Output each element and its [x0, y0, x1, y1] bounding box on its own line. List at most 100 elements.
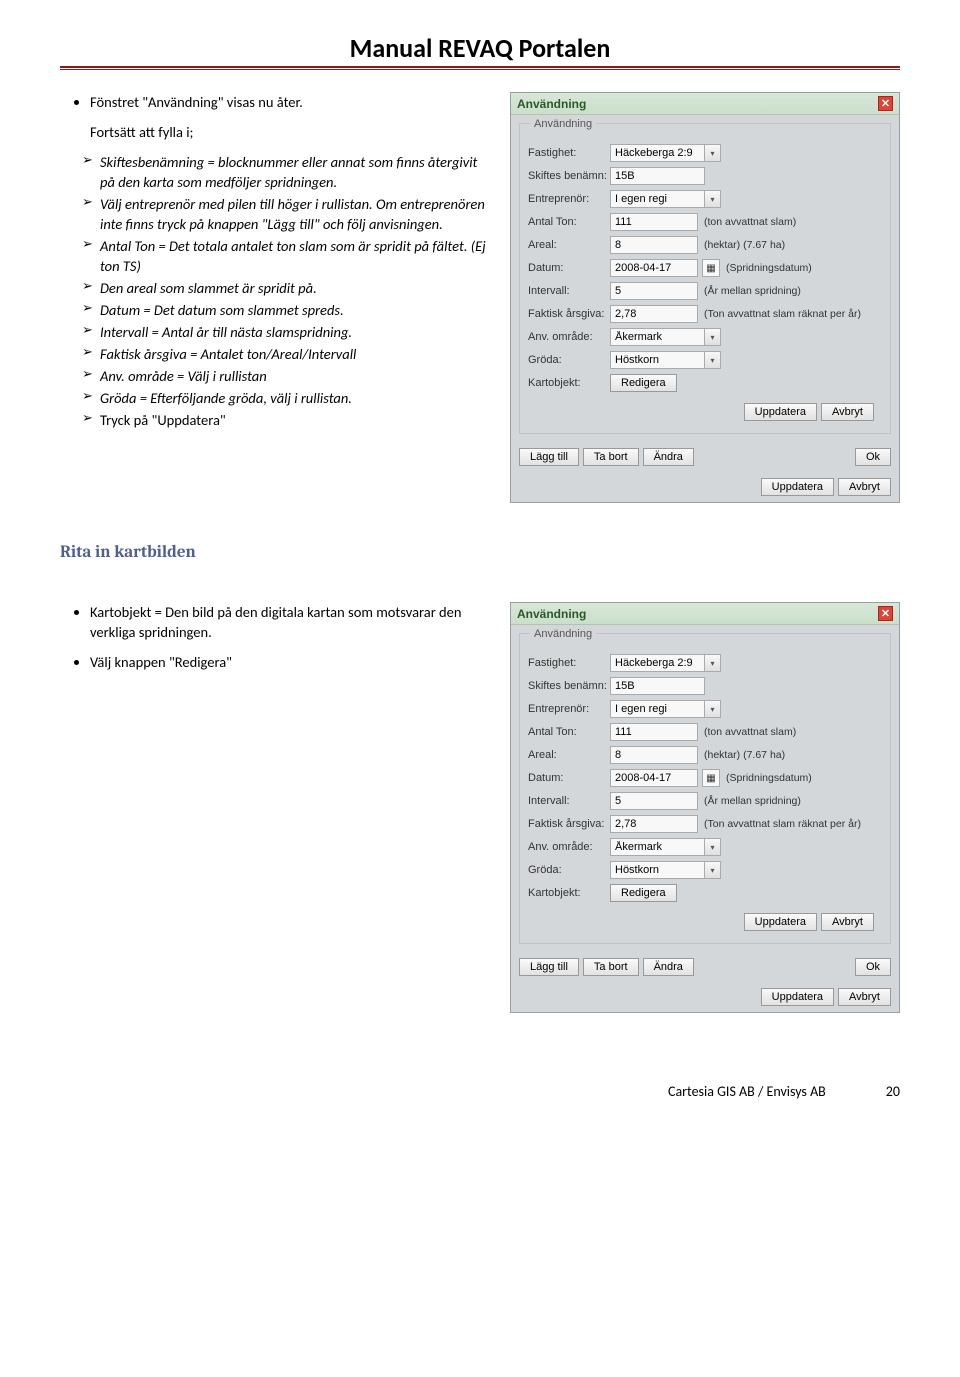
title-divider [60, 66, 900, 70]
arrow-item-8: Gröda = Efterföljande gröda, välj i rull… [82, 388, 492, 408]
calendar-icon[interactable]: ▦ [702, 769, 720, 787]
label-areal: Areal: [528, 239, 610, 251]
ok-button[interactable]: Ok [855, 448, 891, 466]
page-title: Manual REVAQ Portalen [60, 32, 900, 64]
areal-field[interactable] [610, 746, 698, 764]
suffix-faktisk: (Ton avvattnat slam räknat per år) [704, 818, 861, 830]
ok-button[interactable]: Ok [855, 958, 891, 976]
label-fastighet: Fastighet: [528, 657, 610, 669]
label-intervall: Intervall: [528, 285, 610, 297]
arrow-item-5: Intervall = Antal år till nästa slamspri… [82, 322, 492, 342]
anv-field[interactable] [610, 838, 705, 856]
intervall-field[interactable] [610, 792, 698, 810]
continue-text: Fortsätt att fylla i; [90, 122, 492, 142]
arrow-item-4: Datum = Det datum som slammet spreds. [82, 300, 492, 320]
chevron-down-icon[interactable]: ▾ [705, 700, 721, 718]
form-fieldset: Användning Fastighet: ▾ Skiftes benämn: … [519, 123, 891, 434]
chevron-down-icon[interactable]: ▾ [705, 861, 721, 879]
footer-page: 20 [886, 1083, 900, 1100]
tabort-button[interactable]: Ta bort [583, 448, 639, 466]
entreprenor-field[interactable] [610, 700, 705, 718]
groda-field[interactable] [610, 351, 705, 369]
arrow-item-7: Anv. område = Välj i rullistan [82, 366, 492, 386]
label-antalton: Antal Ton: [528, 726, 610, 738]
chevron-down-icon[interactable]: ▾ [705, 190, 721, 208]
arrow-item-0: Skiftesbenämning = blocknummer eller ann… [82, 152, 492, 192]
suffix-datum: (Spridningsdatum) [726, 772, 812, 784]
arrow-item-9: Tryck på "Uppdatera" [82, 410, 492, 430]
arrow-item-1: Välj entreprenör med pilen till höger i … [82, 194, 492, 234]
arrow-item-3: Den areal som slammet är spridit på. [82, 278, 492, 298]
entreprenor-field[interactable] [610, 190, 705, 208]
laggtill-button[interactable]: Lägg till [519, 448, 579, 466]
chevron-down-icon[interactable]: ▾ [705, 144, 721, 162]
suffix-intervall: (År mellan spridning) [704, 795, 801, 807]
uppdatera-button-outer[interactable]: Uppdatera [761, 478, 834, 496]
tabort-button[interactable]: Ta bort [583, 958, 639, 976]
label-datum: Datum: [528, 772, 610, 784]
chevron-down-icon[interactable]: ▾ [705, 351, 721, 369]
suffix-intervall: (År mellan spridning) [704, 285, 801, 297]
label-areal: Areal: [528, 749, 610, 761]
antalton-field[interactable] [610, 723, 698, 741]
antalton-field[interactable] [610, 213, 698, 231]
avbryt-button[interactable]: Avbryt [821, 913, 874, 931]
groda-field[interactable] [610, 861, 705, 879]
intro-bullet: Fönstret "Användning" visas nu åter. [90, 92, 492, 112]
calendar-icon[interactable]: ▦ [702, 259, 720, 277]
label-datum: Datum: [528, 262, 610, 274]
label-intervall: Intervall: [528, 795, 610, 807]
anv-field[interactable] [610, 328, 705, 346]
fastighet-field[interactable] [610, 144, 705, 162]
form-fieldset: Användning Fastighet: ▾ Skiftes benämn: … [519, 633, 891, 944]
avbryt-button[interactable]: Avbryt [821, 403, 874, 421]
chevron-down-icon[interactable]: ▾ [705, 838, 721, 856]
label-faktisk: Faktisk årsgiva: [528, 818, 610, 830]
andra-button[interactable]: Ändra [643, 958, 694, 976]
label-groda: Gröda: [528, 864, 610, 876]
dialog-title: Användning [517, 97, 586, 111]
faktisk-field[interactable] [610, 815, 698, 833]
label-faktisk: Faktisk årsgiva: [528, 308, 610, 320]
section-1-text: Fönstret "Användning" visas nu åter. For… [60, 92, 492, 503]
redigera-button[interactable]: Redigera [610, 374, 677, 392]
skiftes-field[interactable] [610, 167, 705, 185]
skiftes-field[interactable] [610, 677, 705, 695]
section-2-text: Kartobjekt = Den bild på den digitala ka… [60, 602, 492, 1013]
s2-bullet-1: Kartobjekt = Den bild på den digitala ka… [90, 602, 492, 642]
label-kartobjekt: Kartobjekt: [528, 377, 610, 389]
chevron-down-icon[interactable]: ▾ [705, 328, 721, 346]
fastighet-field[interactable] [610, 654, 705, 672]
label-entreprenor: Entreprenör: [528, 703, 610, 715]
close-icon[interactable]: ✕ [878, 96, 893, 111]
fieldset-legend: Användning [530, 628, 596, 640]
suffix-antalton: (ton avvattnat slam) [704, 216, 796, 228]
dialog-titlebar: Användning ✕ [511, 603, 899, 625]
avbryt-button-outer[interactable]: Avbryt [838, 988, 891, 1006]
avbryt-button-outer[interactable]: Avbryt [838, 478, 891, 496]
close-icon[interactable]: ✕ [878, 606, 893, 621]
s2-bullet-2: Välj knappen "Redigera" [90, 652, 492, 672]
section-2-heading: Rita in kartbilden [60, 543, 900, 562]
laggtill-button[interactable]: Lägg till [519, 958, 579, 976]
areal-field[interactable] [610, 236, 698, 254]
label-entreprenor: Entreprenör: [528, 193, 610, 205]
uppdatera-button-outer[interactable]: Uppdatera [761, 988, 834, 1006]
faktisk-field[interactable] [610, 305, 698, 323]
suffix-areal: (hektar) (7.67 ha) [704, 749, 785, 761]
andra-button[interactable]: Ändra [643, 448, 694, 466]
label-fastighet: Fastighet: [528, 147, 610, 159]
suffix-areal: (hektar) (7.67 ha) [704, 239, 785, 251]
datum-field[interactable] [610, 769, 698, 787]
anvandning-dialog-1: Användning ✕ Användning Fastighet: ▾ Ski… [510, 92, 900, 503]
redigera-button[interactable]: Redigera [610, 884, 677, 902]
suffix-faktisk: (Ton avvattnat slam räknat per år) [704, 308, 861, 320]
label-antalton: Antal Ton: [528, 216, 610, 228]
uppdatera-button[interactable]: Uppdatera [744, 913, 817, 931]
chevron-down-icon[interactable]: ▾ [705, 654, 721, 672]
suffix-datum: (Spridningsdatum) [726, 262, 812, 274]
uppdatera-button[interactable]: Uppdatera [744, 403, 817, 421]
datum-field[interactable] [610, 259, 698, 277]
intervall-field[interactable] [610, 282, 698, 300]
dialog-1-wrapper: Användning ✕ Användning Fastighet: ▾ Ski… [510, 92, 900, 503]
